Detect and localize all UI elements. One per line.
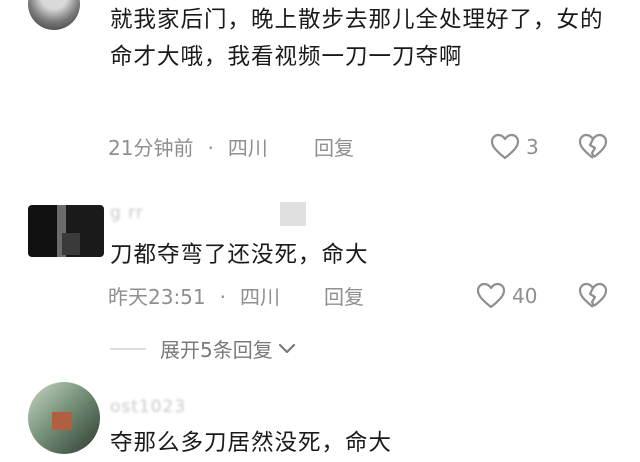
broken-heart-icon bbox=[578, 282, 608, 308]
like-count: 3 bbox=[526, 135, 539, 159]
divider bbox=[110, 347, 146, 350]
expand-replies-label: 展开5条回复 bbox=[160, 338, 273, 362]
reply-button[interactable]: 回复 bbox=[324, 285, 364, 309]
expand-replies-button[interactable]: 展开5条回复 bbox=[110, 334, 297, 363]
comment-location: 四川 bbox=[227, 136, 268, 160]
broken-heart-icon bbox=[578, 133, 608, 159]
heart-icon bbox=[476, 282, 506, 309]
comment-meta: 21分钟前 · 四川 bbox=[108, 136, 268, 160]
comment-meta: 昨天23:51 · 四川 bbox=[108, 285, 280, 309]
avatar[interactable] bbox=[28, 205, 104, 257]
reply-button[interactable]: 回复 bbox=[314, 136, 354, 160]
avatar[interactable] bbox=[28, 382, 100, 454]
dislike-button[interactable] bbox=[578, 282, 608, 314]
username[interactable]: ost1023 bbox=[110, 397, 186, 417]
like-count: 40 bbox=[512, 284, 538, 308]
like-button[interactable]: 3 bbox=[490, 133, 539, 161]
dislike-button[interactable] bbox=[578, 133, 608, 165]
comment-time: 21分钟前 bbox=[108, 136, 194, 160]
comment-text: 夺那么多刀居然没死，命大 bbox=[110, 430, 393, 456]
comment-location: 四川 bbox=[240, 285, 280, 309]
comment-text: 刀都夺弯了还没死，命大 bbox=[110, 242, 369, 268]
comment-time: 昨天23:51 bbox=[108, 285, 206, 309]
heart-icon bbox=[490, 133, 520, 160]
chevron-down-icon bbox=[278, 343, 295, 353]
meta-separator: · bbox=[207, 136, 214, 160]
meta-separator: · bbox=[219, 285, 226, 309]
user-badge bbox=[280, 202, 306, 226]
like-button[interactable]: 40 bbox=[476, 282, 537, 310]
comment-text: 就我家后门，晚上散步去那儿全处理好了，女的命才大哦，我看视频一刀一刀夺啊 bbox=[110, 7, 604, 70]
username[interactable]: g rr bbox=[110, 203, 144, 223]
avatar[interactable] bbox=[28, 0, 80, 30]
